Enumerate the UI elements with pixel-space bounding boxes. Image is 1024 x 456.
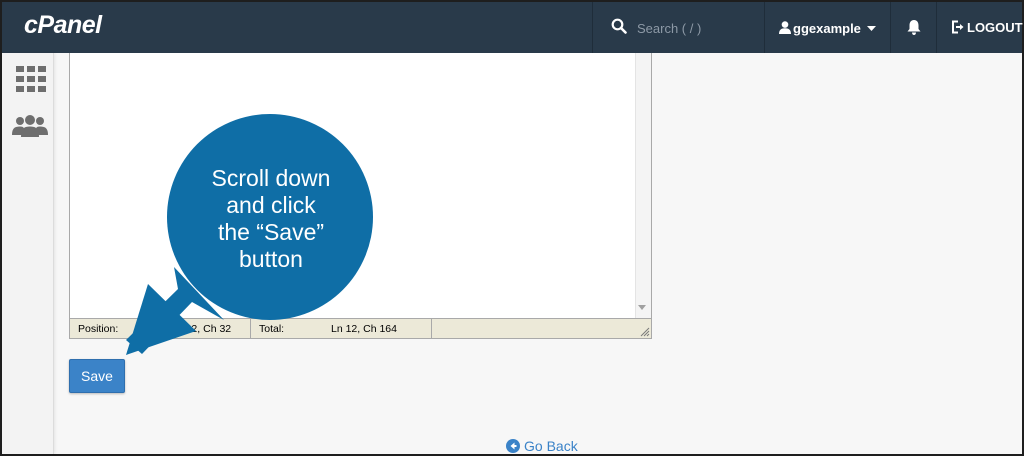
callout-line: and click — [226, 192, 316, 218]
go-back-label: Go Back — [524, 438, 578, 454]
callout-line: Scroll down — [211, 165, 331, 191]
search-input[interactable]: Search ( / ) — [637, 21, 701, 36]
notifications-button[interactable] — [890, 2, 936, 53]
editor-scrollbar[interactable] — [635, 53, 651, 319]
grid-icon[interactable] — [16, 66, 46, 92]
total-cell: Total: Ln 12, Ch 164 — [251, 319, 432, 338]
code-editor[interactable]: Position: Ln 12, Ch 32 Total: Ln 12, Ch … — [69, 53, 652, 339]
scroll-down-icon[interactable] — [638, 305, 646, 310]
position-label: Position: — [78, 323, 119, 335]
position-cell: Position: Ln 12, Ch 32 — [70, 319, 251, 338]
search-icon — [611, 18, 627, 34]
position-value: Ln 12, Ch 32 — [171, 323, 232, 335]
search-box[interactable]: Search ( / ) — [592, 2, 764, 53]
callout-line: button — [239, 246, 303, 272]
editor-statusbar: Position: Ln 12, Ch 32 Total: Ln 12, Ch … — [70, 318, 651, 338]
caret-down-icon — [867, 26, 876, 31]
top-navbar: cPanel Search ( / ) ggexample LOGOUT — [2, 2, 1023, 53]
bell-icon — [907, 20, 921, 35]
cpanel-logo[interactable]: cPanel — [24, 11, 102, 40]
logout-label: LOGOUT — [967, 20, 1023, 35]
sidebar — [2, 53, 54, 454]
logout-button[interactable]: LOGOUT — [936, 2, 1023, 53]
resize-grip-icon[interactable] — [639, 326, 650, 337]
username-label: ggexample — [793, 21, 861, 36]
callout-text: Scroll down and click the “Save” button — [187, 165, 355, 273]
save-button[interactable]: Save — [69, 359, 125, 393]
total-label: Total: — [259, 323, 285, 335]
user-menu[interactable]: ggexample — [764, 2, 890, 53]
arrow-left-circle-icon — [506, 439, 520, 453]
total-value: Ln 12, Ch 164 — [331, 323, 397, 335]
users-icon[interactable] — [12, 115, 48, 137]
callout-line: the “Save” — [217, 219, 325, 245]
logout-icon — [952, 20, 964, 34]
user-icon — [779, 21, 791, 34]
